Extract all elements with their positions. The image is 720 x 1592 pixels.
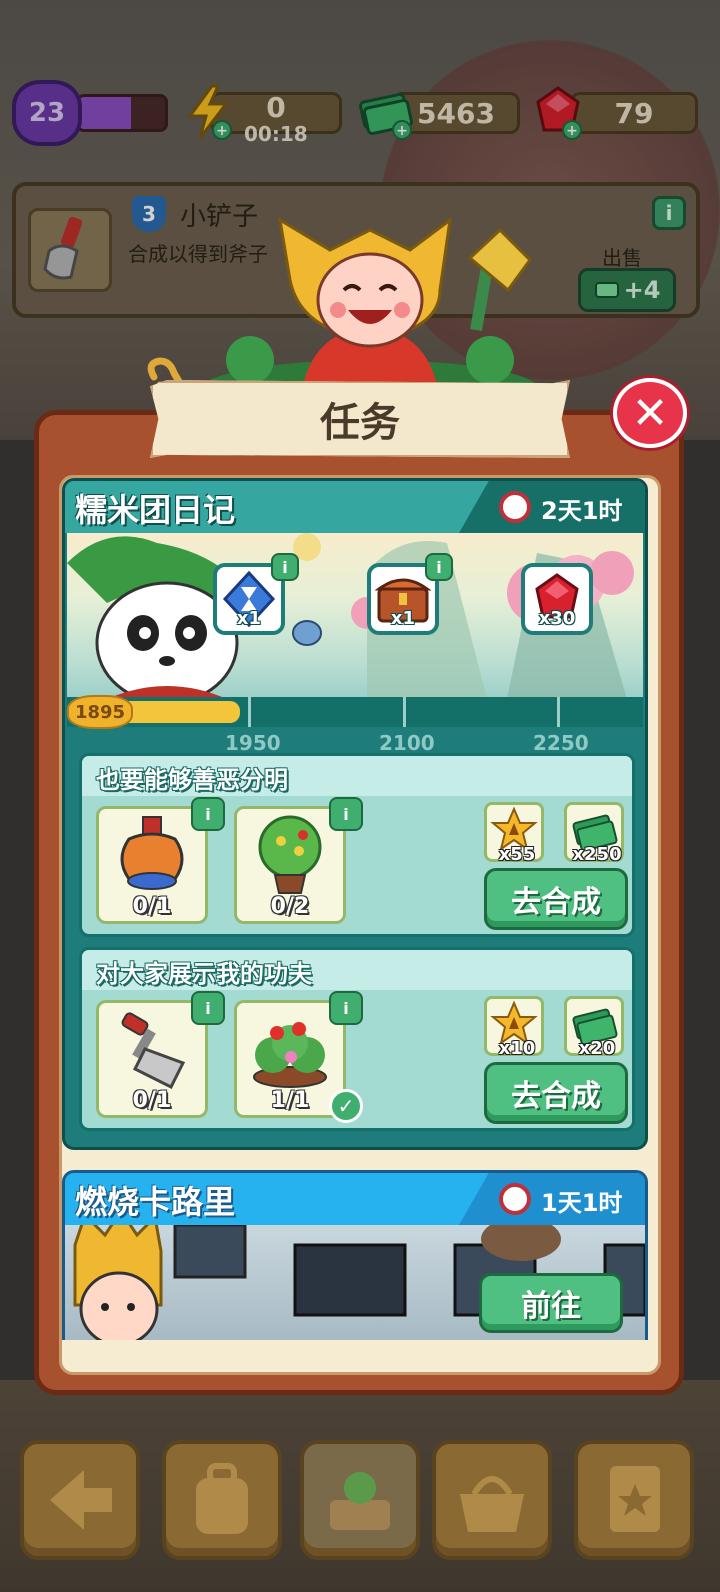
current-points-badge: 1895: [67, 695, 133, 729]
event-card-2: 燃烧卡路里 1天1时 前往: [62, 1170, 648, 1340]
garden-rake-icon: [121, 1012, 186, 1090]
milestone-qty: x1: [236, 608, 262, 629]
shop-button[interactable]: [432, 1440, 552, 1560]
potted-tree-icon: [258, 815, 322, 894]
reward-qty: x55: [498, 844, 536, 865]
clipboard-star-icon: [610, 1466, 660, 1532]
milestone-reward-1[interactable]: x1 i: [213, 553, 299, 635]
milestone-qty: x30: [538, 608, 576, 629]
event-title: 燃烧卡路里: [75, 1183, 236, 1221]
milestone-points: 1950: [225, 731, 281, 755]
reward-item: x55: [484, 802, 544, 865]
flower-bush-icon: [253, 1022, 327, 1088]
event-timer: 1天1时: [459, 1173, 645, 1225]
event-timer: 2天1时: [459, 481, 645, 533]
event-card-1: 糯米团日记 2天1时 1895 1950 2100 2250 x1 i x1 i…: [62, 478, 648, 1150]
current-points: 1895: [74, 701, 126, 723]
milestone-reward-3[interactable]: x30: [521, 563, 593, 635]
reward-qty: x20: [578, 1038, 616, 1059]
requirement-item[interactable]: 0/1 i: [96, 797, 225, 924]
milestone-points: 2100: [379, 731, 435, 755]
event-title: 糯米团日记: [75, 491, 236, 529]
task-card-1: 也要能够善恶分明 0/1 i 0/2 i x55 x250 去合成: [79, 753, 635, 937]
close-button[interactable]: ✕: [613, 378, 687, 448]
milestone-qty: x1: [390, 608, 416, 629]
panel-title-text: 任务: [320, 400, 400, 446]
tasks-button[interactable]: [574, 1440, 694, 1560]
back-button[interactable]: [20, 1440, 140, 1560]
milestone-tick: [403, 697, 406, 727]
requirement-count: 0/1: [132, 894, 172, 919]
panel-title: 任务: [150, 380, 570, 458]
task-header: 对大家展示我的功夫: [82, 950, 632, 990]
milestone-points: 2250: [533, 731, 589, 755]
back-arrow-icon: [50, 1470, 112, 1530]
event-header: 燃烧卡路里 1天1时: [65, 1173, 645, 1225]
requirement-count: 0/1: [132, 1088, 172, 1113]
event-time-left: 2天1时: [541, 497, 623, 525]
clock-icon: [499, 491, 531, 523]
requirement-item[interactable]: 0/1 i: [96, 991, 225, 1118]
info-icon[interactable]: i: [329, 797, 363, 831]
task-card-2: 对大家展示我的功夫 0/1 i 1/1 i ✓ x10 x20 去合成: [79, 947, 635, 1131]
close-icon: ✕: [631, 387, 669, 439]
requirement-count: 1/1: [270, 1088, 310, 1113]
info-icon[interactable]: i: [329, 991, 363, 1025]
potted-plant-icon: [330, 1472, 390, 1530]
milestone-reward-2[interactable]: x1 i: [367, 553, 453, 635]
event-header: 糯米团日记 2天1时: [65, 481, 645, 533]
basket-icon: [460, 1476, 524, 1532]
backpack-button[interactable]: [162, 1440, 282, 1560]
task-title: 也要能够善恶分明: [96, 766, 288, 794]
event-time-left: 1天1时: [541, 1189, 623, 1217]
task-header: 也要能够善恶分明: [82, 756, 632, 796]
clock-icon: [499, 1183, 531, 1215]
reward-qty: x250: [572, 844, 622, 865]
requirement-count: 0/2: [270, 894, 310, 919]
requirement-item[interactable]: 0/2 i: [234, 797, 363, 924]
mascot-character: [200, 216, 540, 410]
backpack-icon: [196, 1463, 248, 1534]
info-icon[interactable]: i: [271, 553, 299, 581]
reward-qty: x10: [498, 1038, 536, 1059]
info-icon[interactable]: i: [191, 797, 225, 831]
requirement-item[interactable]: 1/1 i ✓: [234, 991, 363, 1123]
ornate-vase-icon: [120, 816, 184, 890]
info-icon[interactable]: i: [425, 553, 453, 581]
milestone-tick: [557, 697, 560, 727]
reward-item: x250: [564, 802, 624, 865]
task-title: 对大家展示我的功夫: [96, 960, 312, 988]
go-merge-button[interactable]: 去合成: [484, 1062, 628, 1124]
merge-board-button[interactable]: [300, 1440, 420, 1560]
goto-button[interactable]: 前往: [479, 1273, 623, 1333]
checkmark-icon: ✓: [329, 1089, 363, 1123]
reward-item: x20: [564, 996, 624, 1059]
milestone-tick: [248, 697, 251, 727]
reward-item: x10: [484, 996, 544, 1059]
info-icon[interactable]: i: [191, 991, 225, 1025]
go-merge-button[interactable]: 去合成: [484, 868, 628, 930]
